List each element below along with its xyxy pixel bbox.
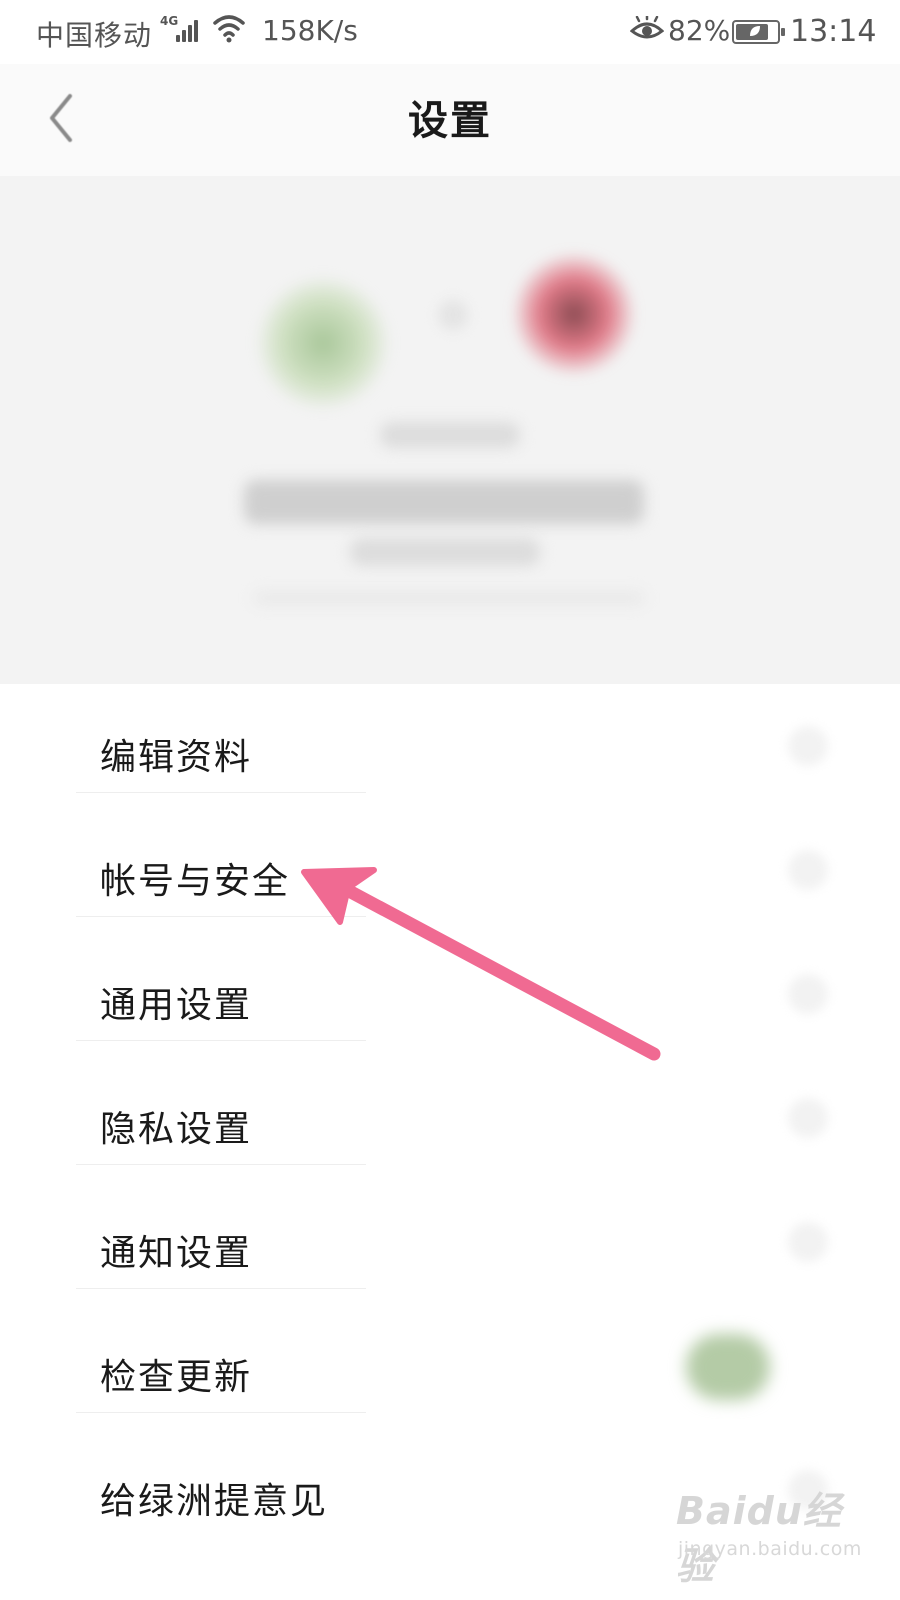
menu-item-label: 通用设置 — [100, 985, 253, 1026]
watermark-url: jingyan.baidu.com — [678, 1538, 862, 1560]
blurred-text-line — [244, 480, 644, 524]
divider — [76, 1288, 366, 1289]
divider — [76, 1164, 366, 1165]
blurred-text-line — [254, 592, 644, 604]
leaf-icon — [750, 26, 760, 36]
profile-section-blurred[interactable] — [0, 176, 900, 684]
watermark: Baidu经验 jingyan.baidu.com — [676, 1470, 876, 1588]
signal-icon — [176, 16, 202, 42]
chevron-right-icon — [788, 974, 828, 1014]
link-dot-blurred — [438, 300, 468, 330]
menu-item-label: 给绿洲提意见 — [100, 1481, 329, 1522]
divider — [76, 792, 366, 793]
chevron-right-icon — [788, 1098, 828, 1138]
clock: 13:14 — [790, 14, 877, 49]
blurred-text-line — [350, 538, 540, 566]
menu-item-label: 编辑资料 — [100, 737, 253, 778]
chevron-right-icon — [788, 726, 828, 766]
watermark-logo: Baidu经验 — [676, 1489, 842, 1588]
battery-icon — [732, 20, 785, 44]
chevron-right-icon — [788, 850, 828, 890]
blurred-text-line — [380, 422, 520, 448]
network-speed: 158K/s — [262, 14, 358, 47]
update-badge-blurred — [686, 1334, 770, 1400]
app-logo-blurred — [258, 278, 388, 408]
divider — [76, 916, 366, 917]
menu-item-label: 隐私设置 — [100, 1109, 253, 1150]
eye-comfort-icon — [630, 16, 664, 39]
menu-item-label: 帐号与安全 — [100, 861, 291, 902]
user-avatar-blurred — [514, 254, 634, 374]
divider — [76, 1040, 366, 1041]
page-title: 设置 — [408, 98, 492, 144]
status-bar: 中国移动 4G 158K/s 82% 13:14 — [0, 0, 900, 64]
carrier-name: 中国移动 — [36, 19, 153, 52]
menu-item-label: 通知设置 — [100, 1233, 253, 1274]
menu-item-label: 检查更新 — [100, 1357, 253, 1398]
chevron-right-icon — [788, 1222, 828, 1262]
settings-menu: 编辑资料 帐号与安全 通用设置 隐私设置 通知设置 检查更新 给绿洲提意见 — [0, 684, 900, 1600]
divider — [76, 1412, 366, 1413]
battery-percent: 82% — [668, 14, 731, 47]
wifi-icon — [213, 15, 245, 43]
header-bar: 设置 — [0, 64, 900, 176]
